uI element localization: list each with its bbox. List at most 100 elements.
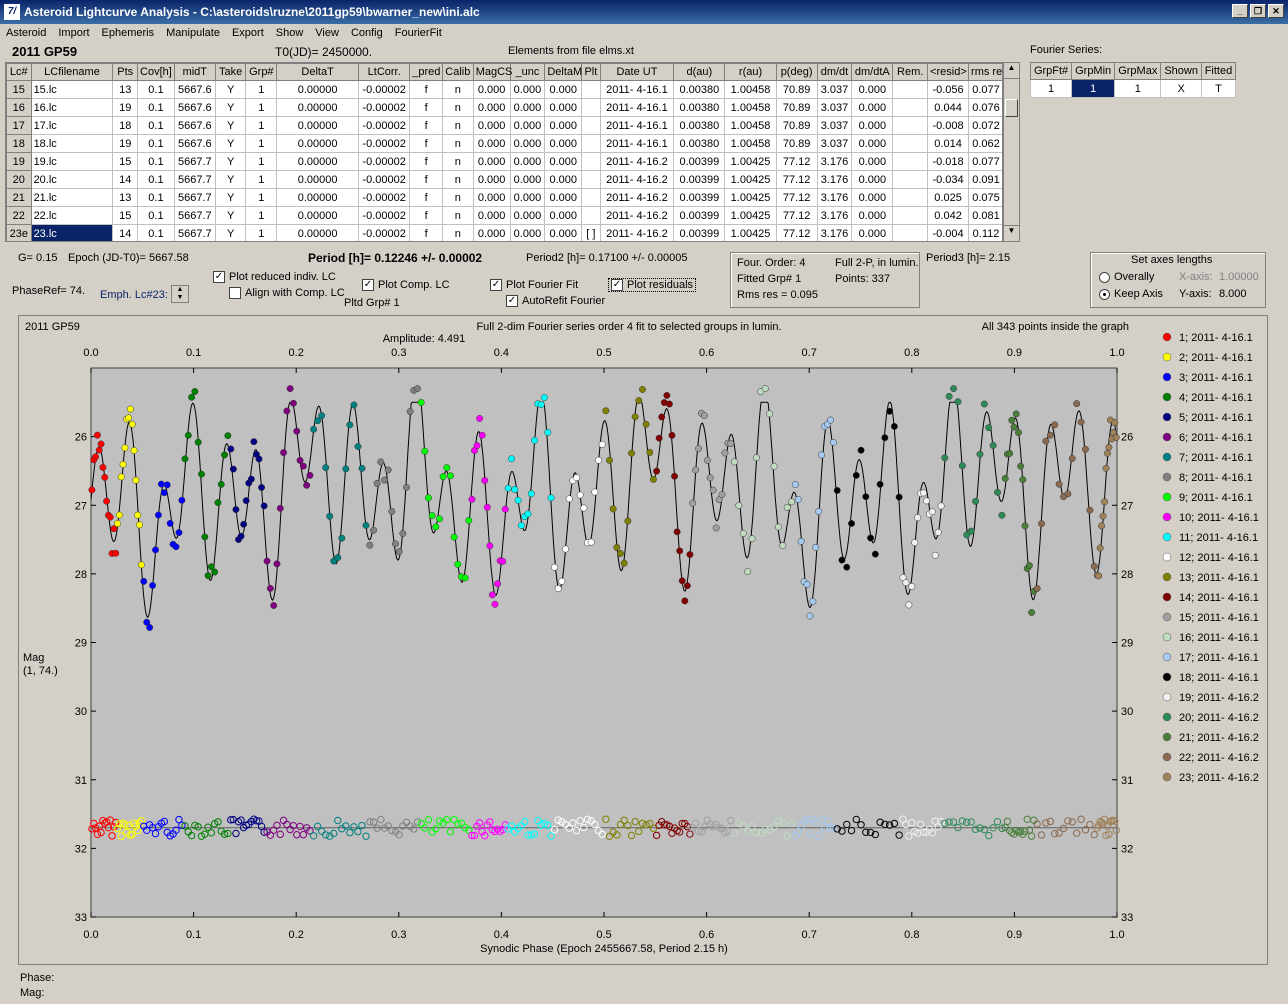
fourier-cell[interactable]: T: [1200, 79, 1237, 98]
table-cell: n: [441, 134, 474, 153]
column-header[interactable]: _pred: [409, 63, 443, 81]
plot-fourier-checkbox[interactable]: ✓ Plot Fourier Fit: [490, 279, 578, 292]
column-header[interactable]: Grp#: [245, 63, 278, 81]
column-header[interactable]: MagCS: [472, 63, 512, 81]
scroll-down-arrow-icon[interactable]: ▼: [1004, 225, 1019, 241]
menu-asteroid[interactable]: Asteroid: [0, 27, 52, 39]
data-point: [115, 511, 123, 519]
column-header[interactable]: LtCorr.: [358, 63, 411, 81]
column-header[interactable]: Take: [214, 63, 247, 81]
table-cell: 0.00000: [276, 188, 360, 207]
table-row[interactable]: 22 22.lc 15 0.1 5667.7 Y 1 0.00000 -0.00002 f n 0.0…: [6, 206, 1002, 225]
column-header[interactable]: _unc: [509, 63, 546, 81]
align-checkbox[interactable]: Align with Comp. LC: [229, 287, 345, 300]
column-header[interactable]: midT: [173, 63, 216, 81]
column-header[interactable]: Calib: [441, 63, 474, 81]
data-point: [101, 473, 109, 481]
table-cell[interactable]: 18: [6, 134, 32, 153]
column-header[interactable]: p(deg): [775, 63, 818, 81]
data-point: [531, 436, 539, 444]
menu-fourierfit[interactable]: FourierFit: [389, 27, 448, 39]
column-header[interactable]: DeltaT: [276, 63, 360, 81]
table-cell: 20.lc: [30, 170, 114, 189]
plot-comp-checkbox[interactable]: ✓ Plot Comp. LC: [362, 279, 450, 292]
data-point: [428, 512, 436, 519]
table-cell[interactable]: 19: [6, 152, 32, 171]
table-row[interactable]: 19 19.lc 15 0.1 5667.7 Y 1 0.00000 -0.00002 f n 0.0…: [6, 152, 1002, 171]
column-header[interactable]: Plt: [581, 63, 601, 81]
table-cell[interactable]: 15: [6, 80, 32, 99]
table-cell[interactable]: 23e: [6, 224, 32, 241]
legend-label: 7; 2011- 4-16.1: [1179, 452, 1253, 464]
column-header[interactable]: Rem.: [892, 63, 929, 81]
legend-dot: [1162, 412, 1172, 422]
autorefit-checkbox[interactable]: ✓ AutoRefit Fourier: [506, 295, 605, 308]
plot-residuals-checkbox[interactable]: ✓ Plot residuals: [608, 278, 697, 293]
column-header[interactable]: d(au): [673, 63, 726, 81]
column-header[interactable]: Lc#: [6, 63, 32, 81]
scroll-thumb[interactable]: [1005, 99, 1018, 117]
table-cell[interactable]: 22: [6, 206, 32, 225]
keep-axis-radio[interactable]: Keep Axis: [1099, 288, 1163, 300]
data-point: [852, 471, 860, 479]
menu-import[interactable]: Import: [52, 27, 95, 39]
table-row[interactable]: 21 21.lc 13 0.1 5667.7 Y 1 0.00000 -0.00002 f n 0.0…: [6, 188, 1002, 207]
lightcurve-chart[interactable]: 2011 GP59 Full 2-dim Fourier series order…: [19, 316, 1267, 964]
column-header[interactable]: LCfilename: [30, 63, 114, 81]
column-header[interactable]: Cov[h]: [137, 63, 175, 81]
table-cell[interactable]: 17: [6, 116, 32, 135]
column-header[interactable]: dm/dt: [816, 63, 853, 81]
table-cell[interactable]: 20: [6, 170, 32, 189]
yaxis-value[interactable]: 8.000: [1219, 288, 1247, 300]
table-scrollbar[interactable]: ▲ ▼: [1003, 62, 1020, 242]
data-point: [121, 444, 129, 452]
menu-config[interactable]: Config: [345, 27, 389, 39]
table-cell[interactable]: 16: [6, 98, 32, 117]
legend-label: 9; 2011- 4-16.1: [1179, 492, 1253, 504]
x-tick-label-bottom: 0.5: [596, 929, 611, 941]
data-point: [958, 462, 966, 470]
chart-panel: 2011 GP59 Full 2-dim Fourier series order…: [18, 315, 1268, 965]
table-cell: 0.00399: [673, 188, 726, 207]
restore-button[interactable]: ❐: [1250, 4, 1266, 18]
column-header[interactable]: rms res: [968, 63, 1002, 81]
close-button[interactable]: ✕: [1268, 4, 1284, 18]
xaxis-value[interactable]: 1.00000: [1219, 271, 1259, 283]
chart-object-label: 2011 GP59: [25, 321, 80, 333]
menu-ephemeris[interactable]: Ephemeris: [96, 27, 161, 39]
fourier-cell[interactable]: 1: [1029, 79, 1073, 98]
menu-show[interactable]: Show: [270, 27, 310, 39]
table-cell[interactable]: 21: [6, 188, 32, 207]
menu-view[interactable]: View: [309, 27, 345, 39]
table-row[interactable]: 17 17.lc 18 0.1 5667.6 Y 1 0.00000 -0.00002 f n 0.0…: [6, 116, 1002, 135]
data-point: [703, 456, 711, 464]
data-point: [848, 520, 855, 527]
fourier-cell[interactable]: 1: [1071, 79, 1116, 98]
column-header[interactable]: r(au): [724, 63, 777, 81]
fourier-cell[interactable]: 1: [1114, 79, 1162, 98]
data-point: [678, 577, 686, 585]
table-row[interactable]: 20 20.lc 14 0.1 5667.7 Y 1 0.00000 -0.00002 f n 0.0…: [6, 170, 1002, 189]
overally-radio[interactable]: Overally: [1099, 271, 1154, 283]
menu-export[interactable]: Export: [226, 27, 270, 39]
emph-spinner[interactable]: ▲ ▼: [171, 285, 189, 303]
table-row[interactable]: 15 15.lc 13 0.1 5667.6 Y 1 0.00000 -0.00002 f n 0.0…: [6, 80, 1002, 99]
data-point: [270, 602, 278, 609]
table-cell: n: [441, 98, 474, 117]
column-header[interactable]: Date UT: [599, 63, 675, 81]
table-cell: 0.000: [544, 224, 583, 241]
column-header[interactable]: DeltaM: [544, 63, 582, 81]
fourier-cell[interactable]: X: [1160, 79, 1202, 98]
minimize-button[interactable]: _: [1232, 4, 1248, 18]
data-point: [1033, 585, 1041, 592]
data-point: [280, 449, 288, 457]
column-header[interactable]: <resid>: [927, 63, 970, 81]
table-row[interactable]: 23e 23.lc 14 0.1 5667.7 Y 1 0.00000 -0.00002 f n 0.…: [6, 224, 1002, 241]
column-header[interactable]: dm/dtA: [851, 63, 894, 81]
column-header[interactable]: Pts: [112, 63, 138, 81]
scroll-up-arrow-icon[interactable]: ▲: [1004, 63, 1019, 79]
table-row[interactable]: 18 18.lc 19 0.1 5667.6 Y 1 0.00000 -0.00002 f n 0.0…: [6, 134, 1002, 153]
table-row[interactable]: 16 16.lc 19 0.1 5667.6 Y 1 0.00000 -0.00002 f n 0.0…: [6, 98, 1002, 117]
plot-reduced-checkbox[interactable]: ✓ Plot reduced indiv. LC: [213, 271, 336, 284]
menu-manipulate[interactable]: Manipulate: [160, 27, 226, 39]
